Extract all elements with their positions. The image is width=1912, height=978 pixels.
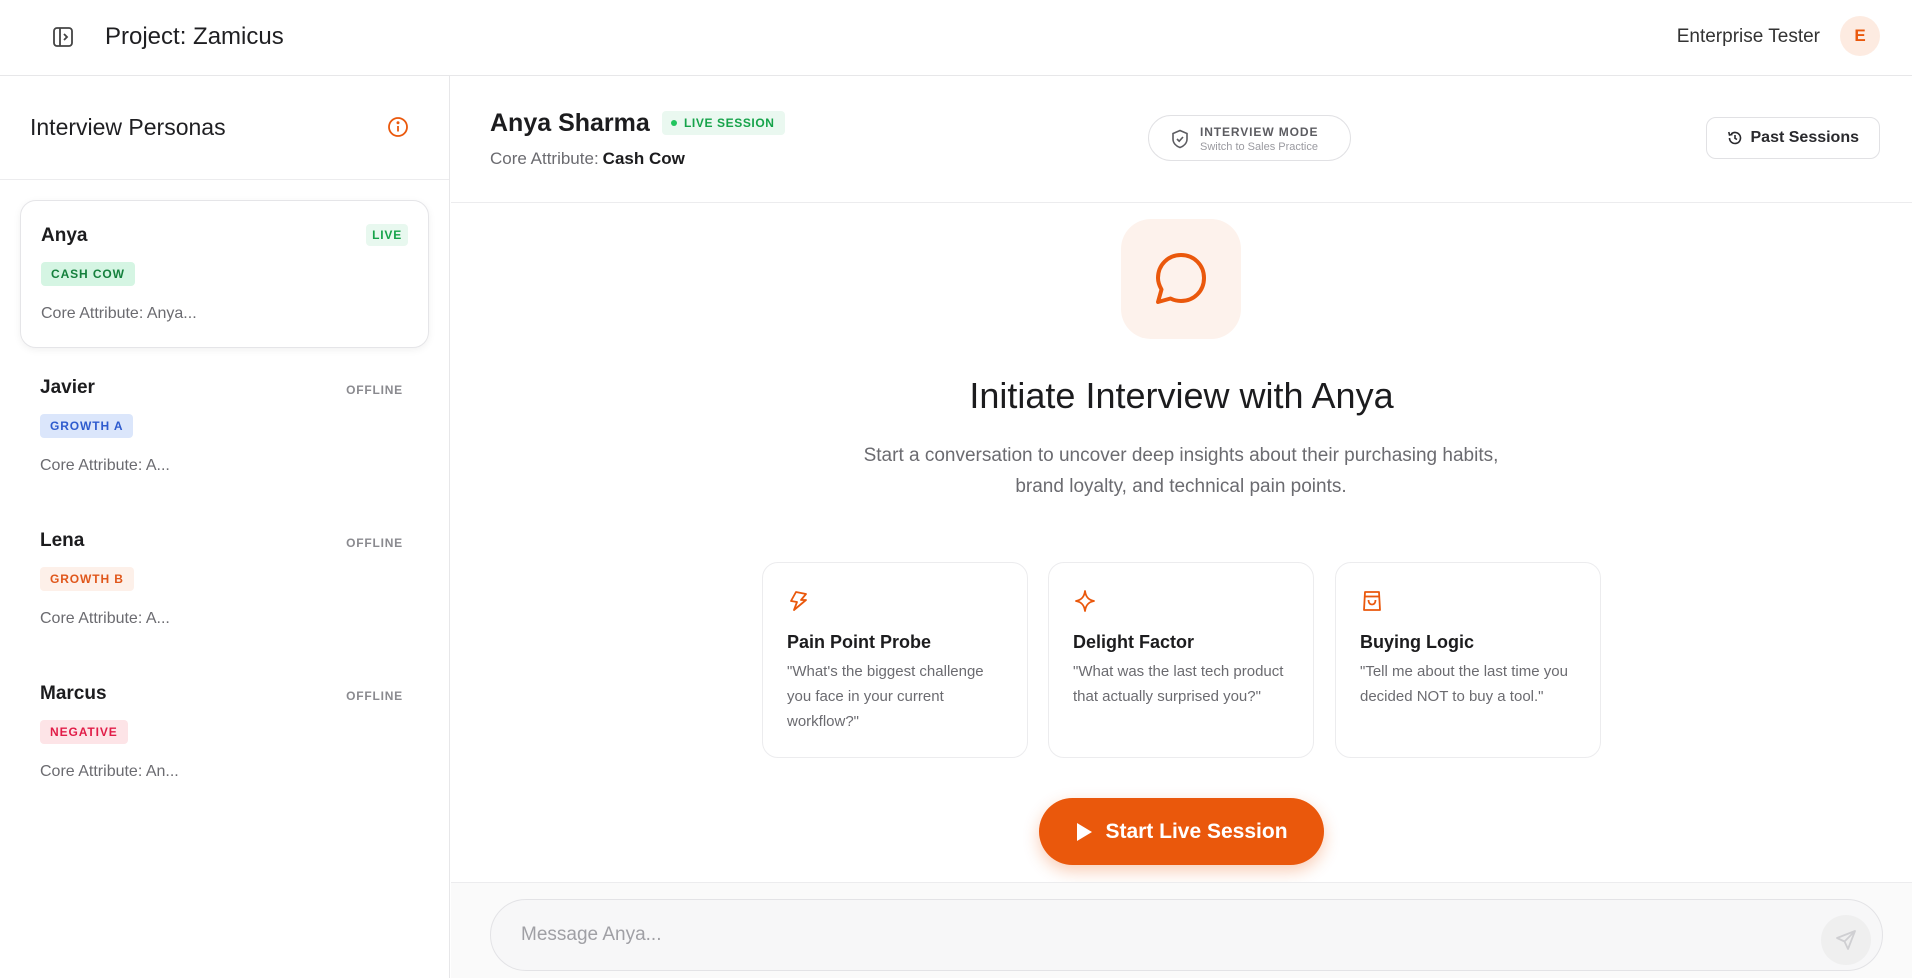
prompt-card-delight-factor[interactable]: Delight Factor "What was the last tech p… xyxy=(1048,562,1314,758)
interview-mode-toggle[interactable]: INTERVIEW MODE Switch to Sales Practice xyxy=(1148,115,1351,161)
start-live-session-button[interactable]: Start Live Session xyxy=(1039,798,1324,865)
core-attribute: Core Attribute: Cash Cow xyxy=(490,149,685,169)
top-bar: Project: Zamicus Enterprise Tester E xyxy=(0,0,1912,76)
avatar[interactable]: E xyxy=(1840,16,1880,56)
live-session-badge: LIVE SESSION xyxy=(662,111,785,135)
persona-status-badge: LIVE xyxy=(366,224,408,246)
persona-attribute: Core Attribute: A... xyxy=(40,610,170,627)
persona-name: Anya xyxy=(41,225,88,246)
persona-name: Lena xyxy=(40,530,85,551)
play-icon xyxy=(1077,822,1093,841)
past-sessions-button[interactable]: Past Sessions xyxy=(1705,117,1880,159)
core-attribute-label: Core Attribute: xyxy=(490,149,599,168)
send-button[interactable] xyxy=(1821,915,1871,965)
prompt-title: Pain Point Probe xyxy=(787,632,932,652)
past-sessions-label: Past Sessions xyxy=(1750,129,1860,146)
mode-title: INTERVIEW MODE xyxy=(1200,125,1319,139)
persona-full-name: Anya Sharma xyxy=(490,109,650,137)
persona-status-badge: OFFLINE xyxy=(346,383,403,397)
sidebar-title: Interview Personas xyxy=(30,114,226,140)
sidebar-header: Interview Personas xyxy=(0,76,449,180)
message-input[interactable] xyxy=(490,899,1883,971)
persona-attribute: Core Attribute: An... xyxy=(40,763,179,780)
session-header: Anya Sharma LIVE SESSION Core Attribute:… xyxy=(451,76,1912,203)
user-name: Enterprise Tester xyxy=(1676,26,1820,47)
sidebar-toggle-icon[interactable] xyxy=(48,22,78,52)
persona-attribute: Core Attribute: A... xyxy=(40,457,170,474)
personas-sidebar: Interview Personas Anya LIVE CASH COW Co… xyxy=(0,76,450,978)
info-icon[interactable] xyxy=(385,114,411,140)
prompt-card-buying-logic[interactable]: Buying Logic "Tell me about the last tim… xyxy=(1335,562,1601,758)
persona-tag: NEGATIVE xyxy=(40,720,128,744)
prompt-title: Buying Logic xyxy=(1360,632,1474,652)
persona-name: Javier xyxy=(40,377,95,398)
sparkle-icon xyxy=(1075,590,1095,612)
persona-card-lena[interactable]: Lena OFFLINE GROWTH B Core Attribute: A.… xyxy=(20,506,429,654)
persona-card-marcus[interactable]: Marcus OFFLINE NEGATIVE Core Attribute: … xyxy=(20,659,429,807)
message-composer xyxy=(451,882,1912,978)
persona-status-badge: OFFLINE xyxy=(346,536,403,550)
prompt-text: "What was the last tech product that act… xyxy=(1073,663,1284,705)
shopping-bag-icon xyxy=(1363,591,1381,611)
chat-bubble-icon xyxy=(1121,219,1241,339)
persona-attribute: Core Attribute: Anya... xyxy=(41,305,197,322)
project-title: Project: Zamicus xyxy=(105,23,284,50)
persona-card-javier[interactable]: Javier OFFLINE GROWTH A Core Attribute: … xyxy=(20,353,429,501)
prompt-card-pain-point[interactable]: Pain Point Probe "What's the biggest cha… xyxy=(762,562,1028,758)
send-icon xyxy=(1836,930,1856,950)
persona-tag: GROWTH B xyxy=(40,567,134,591)
shield-check-icon xyxy=(1172,129,1188,149)
prompt-text: "Tell me about the last time you decided… xyxy=(1360,663,1568,705)
prompt-text: "What's the biggest challenge you face i… xyxy=(787,663,984,730)
persona-tag: GROWTH A xyxy=(40,414,134,438)
persona-name: Marcus xyxy=(40,683,107,704)
persona-status-badge: OFFLINE xyxy=(346,689,403,703)
start-button-label: Start Live Session xyxy=(1105,819,1288,843)
thumbs-down-icon xyxy=(790,591,807,611)
hero-description: Start a conversation to uncover deep ins… xyxy=(863,445,1499,497)
persona-card-anya[interactable]: Anya LIVE CASH COW Core Attribute: Anya.… xyxy=(20,200,429,348)
hero-title: Initiate Interview with Anya xyxy=(969,375,1394,416)
history-icon xyxy=(1727,131,1741,145)
prompt-title: Delight Factor xyxy=(1073,632,1195,652)
mode-subtitle: Switch to Sales Practice xyxy=(1200,141,1318,153)
persona-tag: CASH COW xyxy=(41,262,135,286)
core-attribute-value: Cash Cow xyxy=(602,149,685,168)
